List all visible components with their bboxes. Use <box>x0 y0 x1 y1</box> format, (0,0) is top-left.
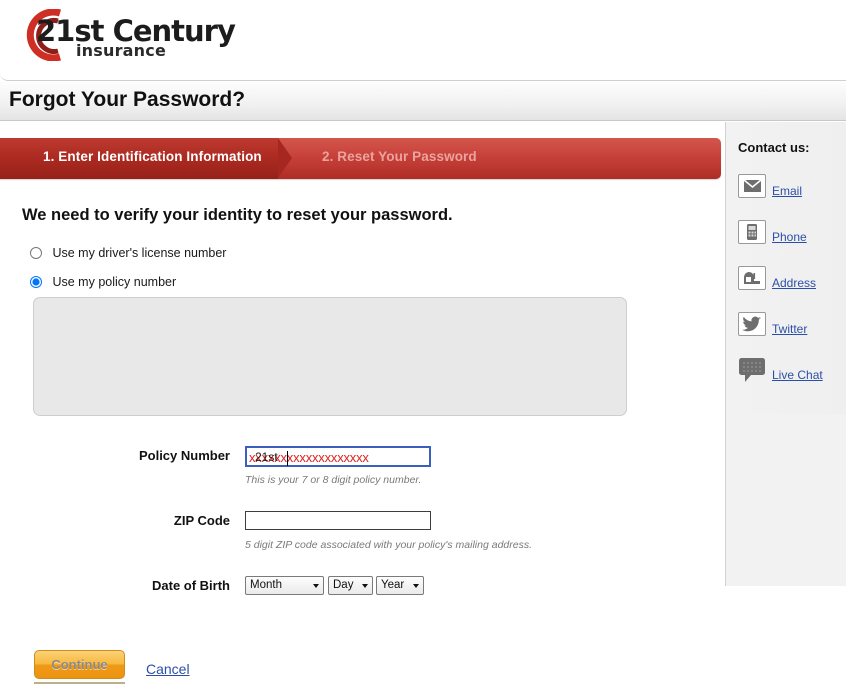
verify-heading: We need to verify your identity to reset… <box>22 206 453 224</box>
radio-drivers-license-label: Use my driver's license number <box>52 246 227 260</box>
chevron-down-icon <box>362 584 368 588</box>
tab-step-1-label: 1. Enter Identification Information <box>43 149 262 164</box>
radio-policy-number-input[interactable] <box>30 276 42 288</box>
twitter-bird-icon <box>738 312 766 336</box>
mailbox-icon <box>738 266 766 290</box>
dob-year-value: Year <box>381 579 405 591</box>
continue-button[interactable]: Continue <box>34 650 125 679</box>
cancel-link[interactable]: Cancel <box>146 661 190 677</box>
contact-us-title: Contact us: <box>738 140 810 155</box>
radio-option-policy-number[interactable]: Use my policy number <box>30 275 176 289</box>
radio-drivers-license-input[interactable] <box>30 247 42 259</box>
policy-number-overlay-text: 21st <box>255 450 278 464</box>
zip-code-label: ZIP Code <box>173 513 230 528</box>
zip-code-input[interactable] <box>245 511 431 530</box>
tab-step-2-label[interactable]: 2. Reset Your Password <box>322 149 477 164</box>
identity-form-panel <box>33 297 627 416</box>
radio-policy-number-label: Use my policy number <box>52 275 177 289</box>
radio-option-drivers-license[interactable]: Use my driver's license number <box>30 246 226 260</box>
logo-tagline: insurance <box>76 41 167 60</box>
content-area: 1. Enter Identification Information 2. R… <box>0 122 846 684</box>
contact-item-phone[interactable]: Phone <box>738 220 846 250</box>
contact-item-twitter-label[interactable]: Twitter <box>772 322 807 336</box>
zip-code-hint: 5 digit ZIP code associated with your po… <box>245 539 533 551</box>
contact-item-email-label[interactable]: Email <box>772 184 802 198</box>
page-title-bar: Forgot Your Password? <box>0 82 846 121</box>
sidebar-bottom-strip-border <box>725 414 726 586</box>
mobile-phone-icon <box>738 220 766 244</box>
policy-number-input[interactable]: xxxxxxxxxxxxxxxxxxx 21st <box>245 446 431 467</box>
contact-item-live-chat[interactable]: Live Chat <box>738 358 846 388</box>
brand-logo[interactable]: 21st Century insurance <box>14 8 244 66</box>
contact-item-live-chat-label[interactable]: Live Chat <box>772 368 823 382</box>
envelope-icon <box>738 174 766 198</box>
site-header: 21st Century insurance <box>0 0 846 81</box>
chevron-down-icon <box>313 584 319 588</box>
step-tabs: 1. Enter Identification Information 2. R… <box>0 138 721 179</box>
main-column: 1. Enter Identification Information 2. R… <box>0 122 725 684</box>
contact-item-address[interactable]: Address <box>738 266 846 296</box>
contact-item-twitter[interactable]: Twitter <box>738 312 846 342</box>
dob-month-value: Month <box>250 579 282 591</box>
speech-bubble-icon <box>738 358 766 382</box>
policy-number-label: Policy Number <box>138 448 230 463</box>
contact-item-address-label[interactable]: Address <box>772 276 816 290</box>
contact-item-phone-label[interactable]: Phone <box>772 230 807 244</box>
page-root: 21st Century insurance Forgot Your Passw… <box>0 0 846 684</box>
dob-day-value: Day <box>333 579 354 591</box>
chevron-down-icon <box>413 584 419 588</box>
contact-item-email[interactable]: Email <box>738 174 846 204</box>
text-caret <box>287 451 288 466</box>
page-title: Forgot Your Password? <box>9 88 246 111</box>
sidebar-bottom-strip <box>726 414 846 586</box>
policy-number-hint: This is your 7 or 8 digit policy number. <box>245 474 422 486</box>
